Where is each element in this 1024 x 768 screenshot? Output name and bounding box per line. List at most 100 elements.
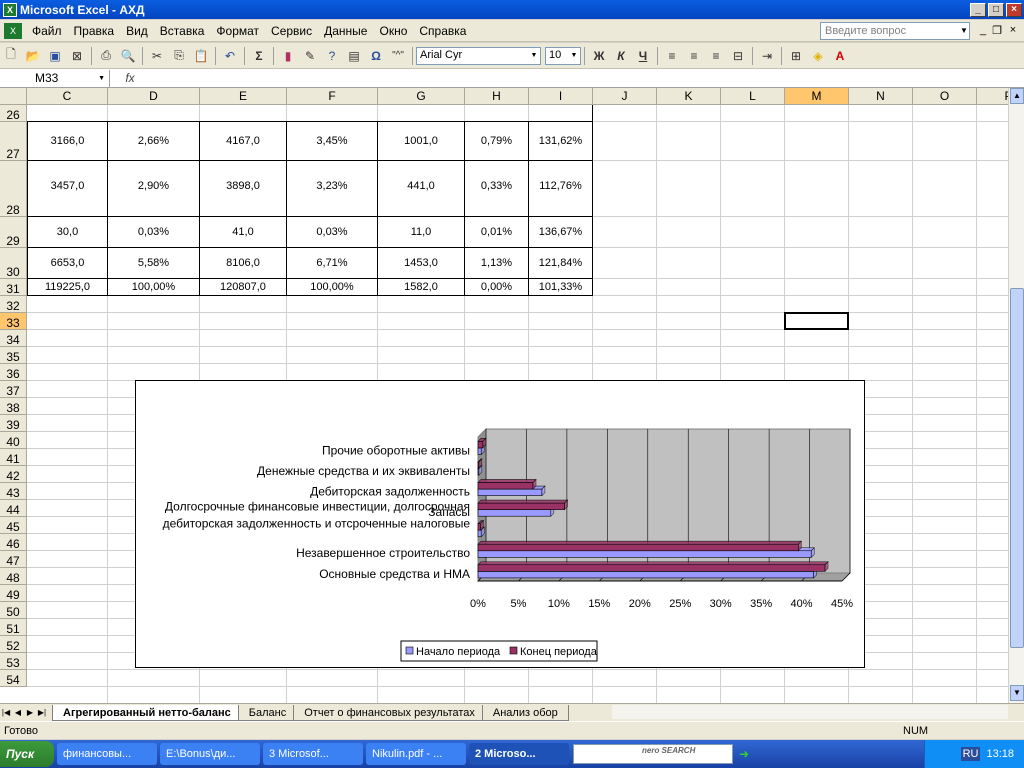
prev-sheet-icon[interactable]: ◀	[12, 708, 24, 717]
minimize-button[interactable]: _	[970, 2, 986, 17]
table-cell[interactable]: 3898,0	[200, 161, 287, 217]
menu-view[interactable]: Вид	[120, 21, 154, 41]
italic-button[interactable]: К	[610, 46, 632, 66]
sheet-tab-analysis[interactable]: Анализ обор	[481, 704, 569, 721]
quote-button[interactable]: "^"	[387, 46, 409, 66]
row-header-48[interactable]: 48	[0, 568, 27, 585]
row-header-53[interactable]: 53	[0, 653, 27, 670]
font-size-select[interactable]: 10 ▼	[545, 46, 581, 65]
first-sheet-icon[interactable]: |◀	[0, 708, 12, 717]
horizontal-scrollbar[interactable]	[612, 705, 1008, 719]
row-header-50[interactable]: 50	[0, 602, 27, 619]
table-cell[interactable]: 5,58%	[108, 248, 200, 279]
scroll-thumb[interactable]	[1010, 288, 1024, 648]
table-cell[interactable]: 1,13%	[465, 248, 529, 279]
table-cell[interactable]: 30,0	[27, 217, 108, 248]
menu-edit[interactable]: Правка	[68, 21, 121, 41]
table-cell[interactable]: 2,66%	[108, 122, 200, 161]
doc-restore-button[interactable]: ❐	[990, 24, 1004, 37]
column-header-G[interactable]: G	[378, 88, 465, 105]
preview-icon[interactable]: 🔍	[117, 46, 139, 66]
column-header-M[interactable]: M	[785, 88, 849, 105]
row-header-32[interactable]: 32	[0, 296, 27, 313]
row-header-30[interactable]: 30	[0, 248, 27, 279]
chevron-down-icon[interactable]: ▼	[528, 48, 540, 64]
table-cell[interactable]: 120807,0	[200, 279, 287, 296]
row-header-38[interactable]: 38	[0, 398, 27, 415]
merge-center-icon[interactable]: ⊟	[727, 46, 749, 66]
save-icon[interactable]: ▣	[44, 46, 66, 66]
chevron-down-icon[interactable]: ▼	[568, 48, 580, 64]
table-cell[interactable]: 4167,0	[200, 122, 287, 161]
table-cell[interactable]: 0,79%	[465, 122, 529, 161]
column-header-D[interactable]: D	[108, 88, 200, 105]
row-header-52[interactable]: 52	[0, 636, 27, 653]
worksheet-grid[interactable]: CDEFGHIJKLMNOP 2627282930313233343536373…	[0, 88, 1008, 703]
align-right-icon[interactable]: ≡	[705, 46, 727, 66]
column-header-H[interactable]: H	[465, 88, 529, 105]
copy-icon[interactable]: ⎘	[168, 46, 190, 66]
table-cell[interactable]: 2,90%	[108, 161, 200, 217]
task-word[interactable]: 3 Microsof...	[263, 743, 363, 765]
menu-help[interactable]: Справка	[413, 21, 472, 41]
table-cell[interactable]: 8106,0	[200, 248, 287, 279]
table-cell[interactable]: 3,45%	[287, 122, 378, 161]
active-cell[interactable]	[784, 312, 849, 330]
row-header-44[interactable]: 44	[0, 500, 27, 517]
row-header-37[interactable]: 37	[0, 381, 27, 398]
align-left-icon[interactable]: ≡	[661, 46, 683, 66]
row-header-27[interactable]: 27	[0, 122, 27, 161]
table-cell[interactable]: 1453,0	[378, 248, 465, 279]
table-cell[interactable]: 112,76%	[529, 161, 593, 217]
table-cell[interactable]: 121,84%	[529, 248, 593, 279]
table-cell[interactable]: 1582,0	[378, 279, 465, 296]
drawing-icon[interactable]: ✎	[299, 46, 321, 66]
go-icon[interactable]: ➜	[733, 744, 755, 764]
table-cell[interactable]: 136,67%	[529, 217, 593, 248]
row-header-49[interactable]: 49	[0, 585, 27, 602]
row-header-41[interactable]: 41	[0, 449, 27, 466]
name-box[interactable]: M33 ▼	[0, 69, 110, 87]
column-header-J[interactable]: J	[593, 88, 657, 105]
task-explorer[interactable]: E:\Bonus\ди...	[160, 743, 260, 765]
column-header-L[interactable]: L	[721, 88, 785, 105]
fill-color-icon[interactable]: ◈	[807, 46, 829, 66]
function-icon[interactable]: fx	[110, 71, 150, 85]
row-header-42[interactable]: 42	[0, 466, 27, 483]
row-header-46[interactable]: 46	[0, 534, 27, 551]
next-sheet-icon[interactable]: ▶	[24, 708, 36, 717]
table-cell[interactable]: 441,0	[378, 161, 465, 217]
last-sheet-icon[interactable]: ▶|	[36, 708, 48, 717]
column-header-N[interactable]: N	[849, 88, 913, 105]
column-header-F[interactable]: F	[287, 88, 378, 105]
indent-icon[interactable]: ⇥	[756, 46, 778, 66]
help-icon[interactable]: ?	[321, 46, 343, 66]
task-pdf[interactable]: Nikulin.pdf - ...	[366, 743, 466, 765]
row-header-40[interactable]: 40	[0, 432, 27, 449]
open-icon[interactable]: 📂	[22, 46, 44, 66]
row-header-26[interactable]: 26	[0, 105, 27, 122]
row-header-43[interactable]: 43	[0, 483, 27, 500]
table-cell[interactable]: 101,33%	[529, 279, 593, 296]
workbook-icon[interactable]: X	[4, 22, 22, 39]
sheet-tab-netto-balance[interactable]: Агрегированный нетто-баланс	[52, 704, 242, 721]
ask-question-input[interactable]: Введите вопрос	[820, 22, 970, 40]
scroll-down-icon[interactable]: ▼	[1010, 685, 1024, 701]
table-cell[interactable]: 11,0	[378, 217, 465, 248]
doc-minimize-button[interactable]: _	[976, 24, 990, 36]
undo-icon[interactable]: ↶	[219, 46, 241, 66]
table-cell[interactable]: 0,03%	[287, 217, 378, 248]
font-color-icon[interactable]: A	[829, 46, 851, 66]
table-cell[interactable]: 1001,0	[378, 122, 465, 161]
sheet-tab-financial-results[interactable]: Отчет о финансовых результатах	[293, 704, 486, 721]
column-header-C[interactable]: C	[27, 88, 108, 105]
table-cell[interactable]: 6653,0	[27, 248, 108, 279]
table-cell[interactable]: 3457,0	[27, 161, 108, 217]
column-header-I[interactable]: I	[529, 88, 593, 105]
row-header-31[interactable]: 31	[0, 279, 27, 296]
table-cell[interactable]: 0,33%	[465, 161, 529, 217]
bold-button[interactable]: Ж	[588, 46, 610, 66]
select-all-corner[interactable]	[0, 88, 27, 105]
borders-icon[interactable]: ⊞	[785, 46, 807, 66]
table-cell[interactable]: 0,00%	[465, 279, 529, 296]
